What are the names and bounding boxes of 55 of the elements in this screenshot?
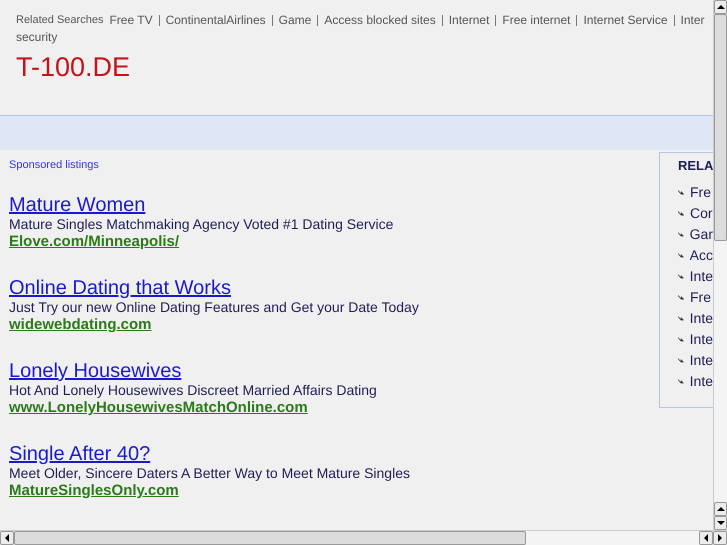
ad-description: Meet Older, Sincere Daters A Better Way to Meet Mature Singles (9, 465, 410, 482)
scroll-left-icon[interactable] (0, 531, 14, 545)
related-search-link[interactable]: Internet Service (583, 13, 668, 27)
scroll-thumb[interactable] (714, 14, 727, 241)
ad-url-link[interactable]: widewebdating.com (9, 316, 152, 334)
related-link[interactable]: Inte (690, 310, 713, 326)
related-search-link[interactable]: security (16, 30, 58, 44)
arrow-bullet-icon (678, 188, 684, 194)
ad-description: Hot And Lonely Housewives Discreet Married Affairs Dating (9, 382, 377, 399)
sponsored-listings-link[interactable]: Sponsored listings (9, 159, 419, 171)
related-searches-label: Related Searches (16, 14, 104, 26)
arrow-bullet-icon (678, 314, 684, 320)
scroll-left-icon[interactable] (699, 531, 713, 545)
related-link[interactable]: Acc (690, 246, 713, 262)
related-link[interactable]: Fre (690, 288, 711, 304)
arrow-bullet-icon (678, 356, 684, 362)
related-link[interactable]: Fre (690, 184, 711, 200)
related-search-link[interactable]: Free TV (109, 13, 153, 27)
related-search-link[interactable]: Access blocked sites (324, 13, 436, 27)
vertical-scrollbar[interactable] (713, 0, 727, 530)
related-link[interactable]: Inte (690, 352, 713, 368)
related-link[interactable]: Gar (690, 226, 713, 242)
ad-title-link[interactable]: Lonely Housewives (9, 360, 182, 382)
scroll-down-icon[interactable] (714, 516, 727, 530)
related-search-link[interactable]: Free internet (502, 13, 570, 27)
ad-title-link[interactable]: Mature Women (9, 194, 146, 216)
related-link[interactable]: Inte (690, 372, 713, 388)
related-search-link[interactable]: Internet (448, 13, 490, 27)
ad-description: Just Try our new Online Dating Features and Get your Date Today (9, 299, 419, 316)
related-link[interactable]: Cor (690, 204, 713, 220)
panel-heading: RELA (678, 158, 713, 173)
arrow-bullet-icon (678, 210, 684, 216)
arrow-bullet-icon (678, 294, 684, 300)
scroll-right-icon[interactable] (713, 531, 727, 545)
arrow-bullet-icon (678, 378, 684, 384)
scroll-thumb[interactable] (14, 531, 526, 545)
site-title: T-100.DE (16, 52, 132, 83)
scroll-up-icon[interactable] (714, 502, 727, 516)
arrow-bullet-icon (678, 272, 684, 278)
ad-title-link[interactable]: Online Dating that Works (9, 277, 231, 299)
ad-description: Mature Singles Matchmaking Agency Voted #1 Dating Service (9, 216, 394, 233)
related-search-link[interactable]: Game (278, 13, 312, 27)
ad-url-link[interactable]: Elove.com/Minneapolis/ (9, 233, 180, 251)
arrow-bullet-icon (678, 252, 684, 258)
related-link[interactable]: Inte (690, 268, 713, 284)
related-search-link[interactable]: ContinentalAirlines (166, 13, 266, 27)
horizontal-scrollbar[interactable] (0, 530, 727, 545)
ad-url-link[interactable]: www.LonelyHousewivesMatchOnline.com (9, 399, 308, 417)
scroll-up-icon[interactable] (714, 0, 727, 14)
ad-url-link[interactable]: MatureSinglesOnly.com (9, 482, 179, 500)
related-link[interactable]: Inte (690, 330, 713, 346)
arrow-bullet-icon (678, 230, 684, 236)
ad-title-link[interactable]: Single After 40? (9, 443, 150, 465)
arrow-bullet-icon (678, 336, 684, 342)
related-search-link[interactable]: Inter (680, 13, 705, 27)
